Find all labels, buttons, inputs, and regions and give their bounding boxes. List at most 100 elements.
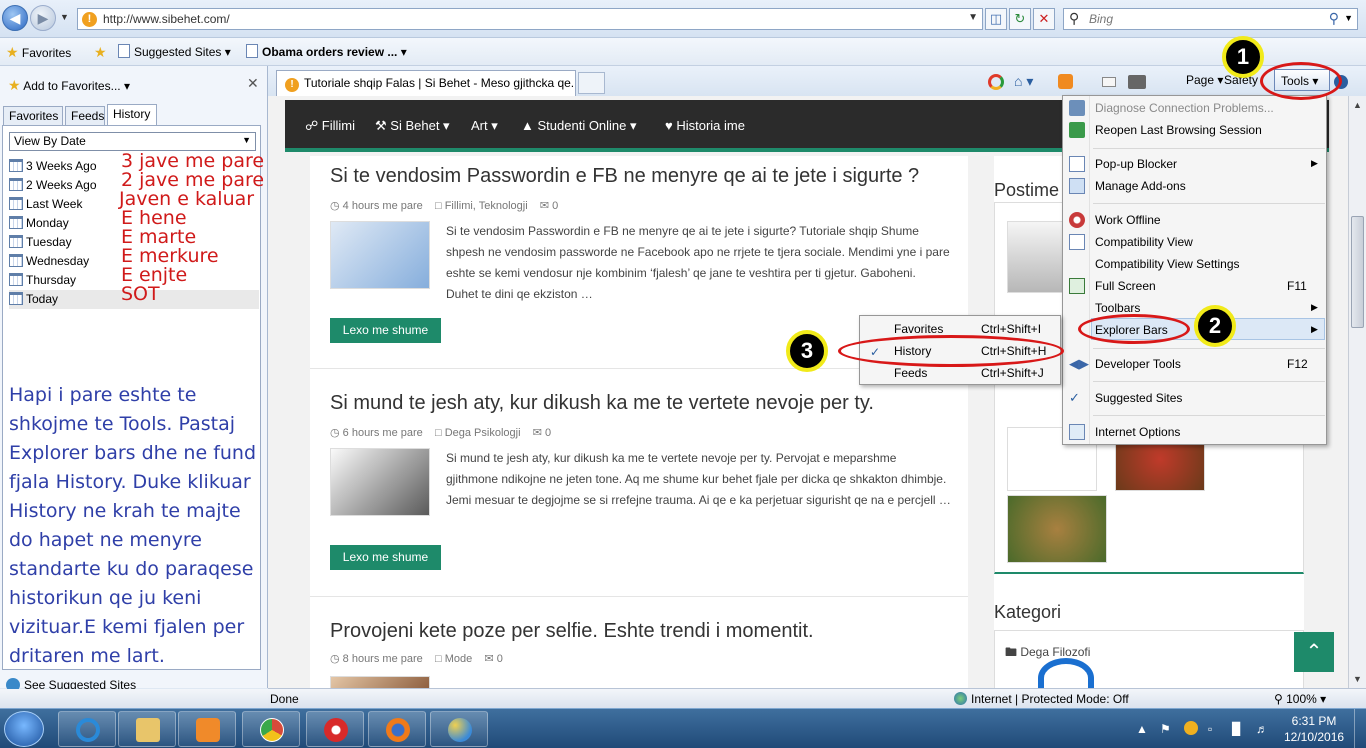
- menu-item-suggested-sites[interactable]: Suggested Sites: [1095, 391, 1182, 405]
- nav-item-historia-ime[interactable]: ♥ Historia ime: [665, 118, 745, 133]
- post-title[interactable]: Si te vendosim Passwordin e FB ne menyre…: [330, 165, 919, 188]
- menu-item-internet-options[interactable]: Internet Options: [1095, 425, 1180, 439]
- back-button[interactable]: ◀: [2, 5, 28, 31]
- home-icon: ☍: [305, 118, 319, 133]
- menu-item-toolbars[interactable]: Toolbars: [1095, 301, 1140, 315]
- favorites-button[interactable]: ★ Favorites: [6, 44, 71, 61]
- submenu-item-favorites[interactable]: Favorites: [894, 322, 943, 336]
- tray-shield-icon[interactable]: ▫: [1208, 722, 1212, 736]
- new-tab-button[interactable]: [578, 72, 605, 94]
- history-item[interactable]: Today SOT: [9, 285, 259, 309]
- favorite-link[interactable]: Obama orders review ... ▾: [246, 44, 407, 59]
- menu-item-developer-tools[interactable]: Developer Tools: [1095, 357, 1181, 371]
- start-button[interactable]: [4, 711, 44, 747]
- address-input[interactable]: ! http://www.sibehet.com/ ▼: [77, 8, 983, 30]
- home-icon[interactable]: ⌂ ▾: [1014, 73, 1033, 90]
- network-icon[interactable]: ▉: [1232, 722, 1241, 736]
- tab-history[interactable]: History: [107, 104, 157, 126]
- menu-item-work-offline[interactable]: Work Offline: [1095, 213, 1161, 227]
- show-desktop-button[interactable]: [1354, 709, 1366, 748]
- history-item-label: 3 Weeks Ago: [26, 159, 97, 173]
- close-icon[interactable]: ✕: [247, 75, 259, 92]
- nav-item-art[interactable]: Art ▾: [471, 118, 498, 134]
- nav-item-fillimi[interactable]: ☍ Fillimi: [305, 118, 355, 134]
- menu-item-compatibility-settings[interactable]: Compatibility View Settings: [1095, 257, 1240, 271]
- nav-item-studenti-online[interactable]: ▲ Studenti Online ▾: [521, 118, 637, 134]
- post-comments[interactable]: 0: [552, 200, 558, 212]
- post-comments[interactable]: 0: [545, 427, 551, 439]
- post-meta: ◷ 4 hours me pare □ Fillimi, Teknologji …: [330, 200, 559, 212]
- security-zone[interactable]: Internet | Protected Mode: Off: [954, 692, 1129, 706]
- taskbar-app[interactable]: [306, 711, 364, 747]
- print-icon[interactable]: [1128, 75, 1146, 89]
- page-menu-button[interactable]: Page ▾: [1186, 73, 1223, 87]
- post-list: Si te vendosim Passwordin e FB ne menyre…: [310, 156, 968, 688]
- post-categories[interactable]: Fillimi, Teknologji: [445, 200, 528, 212]
- step-callout-2: 2: [1194, 305, 1236, 347]
- taskbar-internet-explorer[interactable]: [58, 711, 116, 747]
- taskbar-media-player[interactable]: [178, 711, 236, 747]
- add-to-favorites-button[interactable]: ★ Add to Favorites... ▾: [8, 77, 130, 94]
- read-more-button[interactable]: Lexo me shume: [330, 545, 441, 570]
- browser-tab[interactable]: ! Tutoriale shqip Falas | Si Behet - Meso…: [276, 70, 576, 96]
- tab-feeds[interactable]: Feeds: [65, 106, 105, 125]
- feeds-icon[interactable]: [1058, 74, 1073, 89]
- refresh-button[interactable]: ↻: [1009, 8, 1031, 30]
- scroll-down-icon[interactable]: ▼: [1353, 674, 1362, 684]
- tray-expand-icon[interactable]: ▲: [1136, 722, 1148, 736]
- add-to-favorites-bar-icon[interactable]: ★: [94, 44, 107, 61]
- menu-item-full-screen[interactable]: Full Screen: [1095, 279, 1156, 293]
- chevron-down-icon: ▼: [242, 135, 251, 145]
- submenu-arrow-icon: ▶: [1311, 302, 1318, 312]
- suggested-sites-button[interactable]: Suggested Sites ▾: [118, 44, 231, 59]
- tab-favorites[interactable]: Favorites: [3, 106, 63, 125]
- read-mail-icon[interactable]: [1102, 77, 1116, 87]
- post-thumbnail[interactable]: [330, 676, 430, 688]
- compatibility-view-button[interactable]: ◫: [985, 8, 1007, 30]
- submenu-item-feeds[interactable]: Feeds: [894, 366, 927, 380]
- volume-icon[interactable]: ♬: [1256, 722, 1268, 736]
- menu-item-compatibility-view[interactable]: Compatibility View: [1095, 235, 1193, 249]
- post-categories[interactable]: Dega Psikologji: [445, 427, 521, 439]
- category-item[interactable]: 🖿 Dega Filozofi: [1005, 643, 1090, 664]
- stop-button[interactable]: ✕: [1033, 8, 1055, 30]
- view-by-select[interactable]: View By Date ▼: [9, 132, 256, 151]
- taskbar-chrome[interactable]: [242, 711, 300, 747]
- nav-item-si-behet[interactable]: ⚒ Si Behet ▾: [375, 118, 450, 134]
- read-more-button[interactable]: Lexo me shume: [330, 318, 441, 343]
- menu-item-manage-addons[interactable]: Manage Add-ons: [1095, 179, 1186, 193]
- post-comments[interactable]: 0: [497, 653, 503, 665]
- post-title[interactable]: Si mund te jesh aty, kur dikush ka me te…: [330, 392, 874, 415]
- search-input[interactable]: ⚲ Bing ⚲ ▼: [1063, 8, 1358, 30]
- recent-pages-dropdown-icon[interactable]: ▼: [60, 12, 69, 22]
- media-player-icon: [196, 718, 220, 742]
- scroll-up-icon[interactable]: ▲: [1353, 100, 1362, 110]
- scrollbar-thumb[interactable]: [1351, 216, 1364, 328]
- search-go-icon[interactable]: ⚲: [1329, 10, 1339, 27]
- post-title[interactable]: Provojeni kete poze per selfie. Eshte tr…: [330, 620, 814, 643]
- category-label: Dega Filozofi: [1020, 645, 1091, 659]
- forward-button[interactable]: ▶: [30, 5, 56, 31]
- address-dropdown-icon[interactable]: ▼: [968, 12, 978, 23]
- taskbar-firefox[interactable]: [368, 711, 426, 747]
- nav-label: Historia ime: [676, 118, 745, 133]
- ie-logo-icon[interactable]: [988, 74, 1004, 90]
- menu-item-diagnose[interactable]: Diagnose Connection Problems...: [1095, 101, 1274, 115]
- tray-app-icon[interactable]: [1184, 721, 1198, 735]
- menu-item-popup-blocker[interactable]: Pop-up Blocker: [1095, 157, 1177, 171]
- taskbar-explorer[interactable]: [118, 711, 176, 747]
- taskbar-paint[interactable]: [430, 711, 488, 747]
- scroll-to-top-button[interactable]: ⌃: [1294, 632, 1334, 672]
- zoom-level[interactable]: ⚲ 100% ▾: [1274, 692, 1326, 706]
- vertical-scrollbar[interactable]: ▲ ▼: [1348, 96, 1366, 688]
- search-dropdown-icon[interactable]: ▼: [1344, 13, 1353, 23]
- menu-item-reopen-session[interactable]: Reopen Last Browsing Session: [1095, 123, 1262, 137]
- tab-title: Tutoriale shqip Falas | Si Behet - Meso …: [304, 76, 576, 90]
- page-icon: [118, 44, 130, 58]
- post-thumbnail[interactable]: [330, 448, 430, 516]
- post-thumbnail[interactable]: [330, 221, 430, 289]
- action-center-icon[interactable]: ⚑: [1160, 722, 1171, 736]
- system-clock[interactable]: 6:31 PM 12/10/2016: [1284, 713, 1344, 745]
- post-categories[interactable]: Mode: [445, 653, 473, 665]
- widget-thumbnail[interactable]: [1007, 495, 1107, 563]
